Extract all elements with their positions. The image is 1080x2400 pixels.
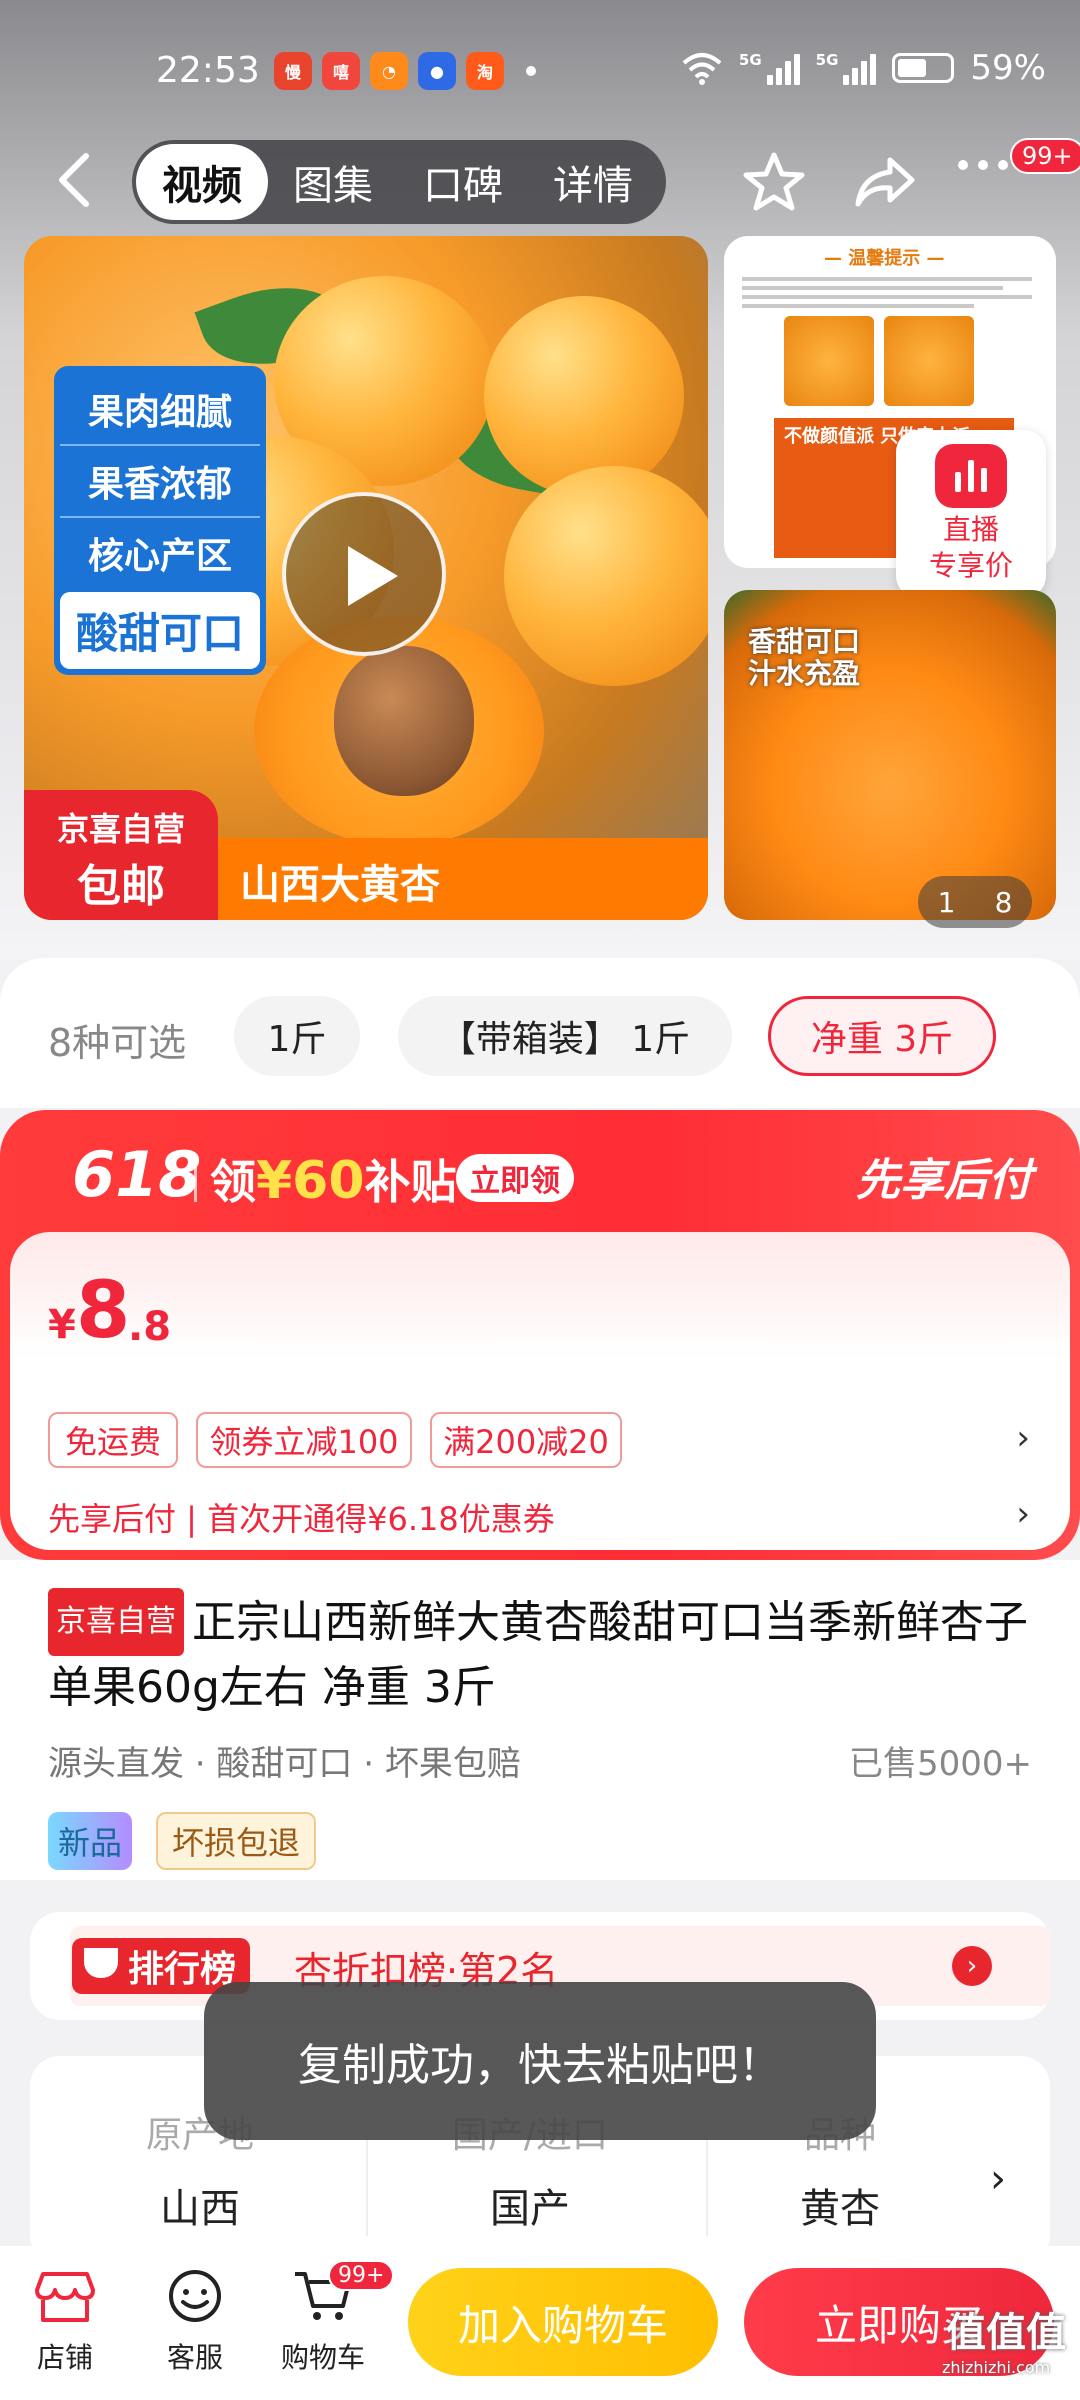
coupon-tag[interactable]: 免运费 (48, 1412, 178, 1468)
product-title-block: 京喜自营 正宗山西新鲜大黄杏酸甜可口当季新鲜杏子单果60g左右 净重 3斤 (48, 1588, 1038, 1720)
apricot-image (504, 466, 708, 686)
product-tags: 源头直发 · 酸甜可口 · 坏果包赔 (48, 1744, 521, 1784)
main-product-video[interactable]: 果肉细腻 果香浓郁 核心产区 酸甜可口 山西大黄杏 京喜自营 包邮 (24, 236, 708, 920)
chevron-right-icon[interactable]: › (1016, 1494, 1030, 1534)
feature-list: 果肉细腻 果香浓郁 核心产区 酸甜可口 (54, 366, 266, 675)
trophy-icon (84, 1948, 118, 1978)
side-thumbnail-title: — 温馨提示 — (824, 248, 945, 269)
sku-option-selected[interactable]: 净重 3斤 (768, 996, 996, 1076)
price-decimal: .8 (128, 1304, 172, 1350)
feature-highlight: 酸甜可口 (60, 592, 260, 669)
pager-current: 1 (937, 885, 956, 919)
status-app-icons: 慢 嘻 ◔ ● 淘 (274, 52, 536, 90)
jd-badge: 京喜自营 (48, 1588, 184, 1656)
feature-item: 果香浓郁 (60, 446, 260, 518)
signal-icon: 5G (816, 51, 877, 85)
back-arrow-icon[interactable] (50, 150, 100, 210)
side-thumbnail-caption: 香甜可口 汁水充盈 (748, 625, 861, 690)
status-time: 22:53 (156, 50, 260, 91)
message-badge: 99+ (1010, 138, 1080, 174)
pay-later-offer[interactable]: 先享后付 | 首次开通得¥6.18优惠券 (48, 1494, 555, 1540)
notification-app-icon: ● (418, 52, 456, 90)
live-label: 直播 (942, 513, 999, 546)
damage-refund-label: 坏损包退 (156, 1812, 317, 1870)
battery-icon (892, 53, 955, 83)
sku-selector: 8种可选 1斤 【带箱装】 1斤 净重 3斤 (0, 958, 1080, 1108)
more-notifications-dot (526, 66, 536, 76)
signal-icon: 5G (739, 51, 800, 85)
price-currency: ¥ (48, 1302, 76, 1348)
notification-app-icon: 嘻 (322, 52, 360, 90)
apricot-image (484, 296, 684, 496)
status-indicators: 5G 5G 59% (681, 48, 1046, 88)
apricot-pit-image (334, 646, 474, 796)
chevron-right-icon[interactable]: › (1016, 1418, 1030, 1458)
more-icon[interactable] (958, 160, 1008, 170)
apricot-thumbnail (784, 316, 874, 406)
notification-app-icon: 慢 (274, 52, 312, 90)
product-caption: 山西大黄杏 (240, 862, 440, 908)
cart-button[interactable]: 购物车 99+ (268, 2260, 395, 2376)
apricot-thumbnail (884, 316, 974, 406)
tab-details[interactable]: 详情 (528, 144, 658, 220)
watermark-logo: 值值值 (946, 2310, 1066, 2356)
chevron-right-icon[interactable]: › (990, 2156, 1006, 2202)
chevron-right-icon[interactable]: › (952, 1946, 992, 1986)
side-text-lines (742, 272, 1032, 313)
status-bar: 22:53 慢 嘻 ◔ ● 淘 5G 5G 59% (0, 0, 1080, 140)
subsidy-text: 领¥60补贴 (210, 1151, 457, 1211)
jd-self-operated-badge: 京喜自营 包邮 (24, 790, 218, 920)
side-thumbnail-juicy[interactable]: 香甜可口 汁水充盈 (724, 590, 1056, 920)
live-sub-label: 专享价 (928, 549, 1013, 582)
coupon-tag[interactable]: 领券立减100 (196, 1412, 412, 1468)
play-video-button[interactable] (282, 492, 446, 656)
pay-later-banner: 先享后付 (856, 1155, 1032, 1206)
media-tabs: 视频 图集 口碑 详情 (132, 140, 666, 224)
product-title: 正宗山西新鲜大黄杏酸甜可口当季新鲜杏子单果60g左右 净重 3斤 (48, 1597, 1028, 1713)
tab-gallery[interactable]: 图集 (268, 144, 398, 220)
tab-video[interactable]: 视频 (136, 144, 268, 220)
watermark-site: zhizhizhi.com (942, 2358, 1051, 2377)
price-integer: 8 (76, 1266, 131, 1356)
sold-count: 已售5000+ (848, 1744, 1032, 1784)
event-logo: 618 (72, 1138, 202, 1211)
divider (194, 1158, 197, 1202)
share-icon[interactable] (854, 154, 918, 210)
sku-option[interactable]: 1斤 (234, 996, 360, 1076)
favorite-star-icon[interactable] (742, 150, 806, 214)
feature-item: 核心产区 (87, 536, 232, 577)
claim-subsidy-button[interactable]: 立即领 (456, 1154, 574, 1202)
sku-option[interactable]: 【带箱装】 1斤 (398, 996, 732, 1076)
pager-total: 8 (994, 885, 1013, 919)
price-card: ¥ 8 .8 免运费 领券立减100 满200减20 › 先享后付 | 首次开通… (10, 1232, 1070, 1550)
notification-app-icon: ◔ (370, 52, 408, 90)
bottom-action-bar: 店铺 客服 购物车 99+ 加入购物车 立即购买 (0, 2246, 1080, 2400)
tab-reviews[interactable]: 口碑 (398, 144, 528, 220)
add-to-cart-button[interactable]: 加入购物车 (408, 2268, 718, 2376)
live-icon (935, 444, 1007, 508)
promo-banner: 618 领¥60补贴 立即领 先享后付 ¥ 8 .8 免运费 领券立减100 满… (0, 1110, 1080, 1560)
battery-percent: 59% (970, 48, 1046, 88)
notification-app-icon: 淘 (466, 52, 504, 90)
coupon-tag[interactable]: 满200减20 (430, 1412, 622, 1468)
customer-service-button[interactable]: 客服 (140, 2266, 250, 2376)
copy-success-toast: 复制成功，快去粘贴吧！ (204, 1982, 876, 2140)
wifi-icon (682, 53, 722, 85)
feature-item: 果肉细腻 (60, 374, 260, 446)
product-info: 京喜自营 正宗山西新鲜大黄杏酸甜可口当季新鲜杏子单果60g左右 净重 3斤 源头直… (0, 1560, 1080, 1880)
cart-count-badge: 99+ (328, 2260, 395, 2291)
gallery-pager: 1 8 (918, 876, 1032, 928)
shop-button[interactable]: 店铺 (10, 2266, 120, 2376)
new-product-label: 新品 (48, 1812, 133, 1870)
chat-face-icon (169, 2270, 221, 2322)
live-price-button[interactable]: 直播 专享价 (896, 430, 1046, 598)
sku-count-label[interactable]: 8种可选 (48, 1012, 186, 1067)
shop-icon (35, 2272, 95, 2322)
